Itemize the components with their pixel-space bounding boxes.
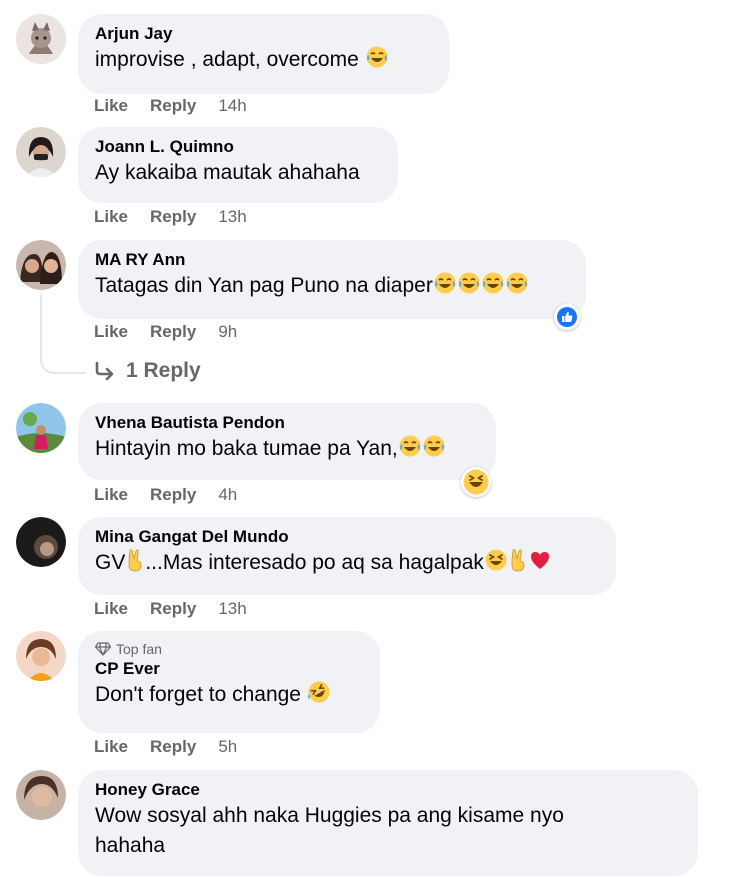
like-button[interactable]: Like xyxy=(94,207,128,227)
commenter-name[interactable]: Arjun Jay xyxy=(95,23,431,45)
timestamp[interactable]: 14h xyxy=(218,96,246,116)
reply-button[interactable]: Reply xyxy=(150,207,196,227)
comment-actions: Like Reply 4h xyxy=(94,485,237,505)
avatar[interactable] xyxy=(16,770,66,820)
comment-bubble: Mina Gangat Del Mundo GV ...Mas interesad… xyxy=(78,517,616,595)
top-fan-label: Top fan xyxy=(116,641,162,657)
tears-of-joy-emoji xyxy=(399,435,421,457)
reply-button[interactable]: Reply xyxy=(150,737,196,757)
commenter-name[interactable]: Honey Grace xyxy=(95,779,680,801)
comment-bubble: Top fan CP Ever Don't forget to change xyxy=(78,631,380,733)
comment-text: improvise , adapt, overcome xyxy=(95,45,431,75)
comment-text: Ay kakaiba mautak ahahaha xyxy=(95,161,360,184)
comment-text: Don't forget to change xyxy=(95,680,362,710)
comment-bubble: Honey Grace Wow sosyal ahh naka Huggies … xyxy=(78,770,698,876)
comment-text: Wow sosyal ahh naka Huggies pa ang kisam… xyxy=(95,804,564,857)
tears-of-joy-emoji xyxy=(458,272,480,294)
comment-actions: Like Reply 5h xyxy=(94,737,237,757)
laughing-squint-emoji xyxy=(485,549,507,571)
like-button[interactable]: Like xyxy=(94,737,128,757)
top-fan-badge[interactable]: Top fan xyxy=(95,640,362,658)
tears-of-joy-emoji xyxy=(506,272,528,294)
commenter-name[interactable]: Mina Gangat Del Mundo xyxy=(95,526,598,548)
avatar[interactable] xyxy=(16,127,66,177)
timestamp[interactable]: 13h xyxy=(218,207,246,227)
avatar[interactable] xyxy=(16,240,66,290)
commenter-name[interactable]: CP Ever xyxy=(95,658,362,680)
comment-text: Tatagas din Yan pag Puno na diaper xyxy=(95,271,568,301)
rofl-emoji xyxy=(307,681,330,703)
comment-text: GV ...Mas interesado po aq sa hagalpak xyxy=(95,548,598,578)
like-button[interactable]: Like xyxy=(94,322,128,342)
view-replies-link[interactable]: 1 Reply xyxy=(94,359,201,383)
reply-button[interactable]: Reply xyxy=(150,96,196,116)
victory-hand-emoji xyxy=(128,549,142,572)
comment-bubble: Joann L. Quimno Ay kakaiba mautak ahahah… xyxy=(78,127,398,203)
tears-of-joy-emoji xyxy=(423,435,445,457)
comment-actions: Like Reply 13h xyxy=(94,599,247,619)
avatar[interactable] xyxy=(16,517,66,567)
tears-of-joy-emoji xyxy=(482,272,504,294)
reply-arrow-icon xyxy=(95,361,114,381)
comment-actions: Like Reply 9h xyxy=(94,322,237,342)
commenter-name[interactable]: Vhena Bautista Pendon xyxy=(95,412,478,434)
like-button[interactable]: Like xyxy=(94,485,128,505)
reply-thread-line xyxy=(40,294,86,374)
tears-of-joy-emoji xyxy=(366,46,388,68)
commenter-name[interactable]: MA RY Ann xyxy=(95,249,568,271)
comment-text: Hintayin mo baka tumae pa Yan, xyxy=(95,434,478,464)
timestamp[interactable]: 9h xyxy=(218,322,237,342)
avatar[interactable] xyxy=(16,403,66,453)
timestamp[interactable]: 4h xyxy=(218,485,237,505)
haha-reaction-icon[interactable] xyxy=(461,467,491,497)
like-reaction-icon[interactable] xyxy=(554,304,580,330)
red-heart-emoji xyxy=(530,552,549,569)
avatar[interactable] xyxy=(16,631,66,681)
victory-hand-emoji xyxy=(511,549,525,572)
avatar[interactable] xyxy=(16,14,66,64)
comment-bubble: MA RY Ann Tatagas din Yan pag Puno na di… xyxy=(78,240,586,319)
comment-bubble: Vhena Bautista Pendon Hintayin mo baka t… xyxy=(78,403,496,480)
reply-button[interactable]: Reply xyxy=(150,485,196,505)
tears-of-joy-emoji xyxy=(434,272,456,294)
diamond-top-fan-icon xyxy=(95,642,111,656)
timestamp[interactable]: 5h xyxy=(218,737,237,757)
comment-bubble: Arjun Jay improvise , adapt, overcome xyxy=(78,14,449,94)
view-replies-label[interactable]: 1 Reply xyxy=(126,359,201,383)
timestamp[interactable]: 13h xyxy=(218,599,246,619)
reply-button[interactable]: Reply xyxy=(150,322,196,342)
like-button[interactable]: Like xyxy=(94,599,128,619)
like-button[interactable]: Like xyxy=(94,96,128,116)
reply-button[interactable]: Reply xyxy=(150,599,196,619)
comment-actions: Like Reply 14h xyxy=(94,96,247,116)
commenter-name[interactable]: Joann L. Quimno xyxy=(95,136,380,158)
comment-actions: Like Reply 13h xyxy=(94,207,247,227)
